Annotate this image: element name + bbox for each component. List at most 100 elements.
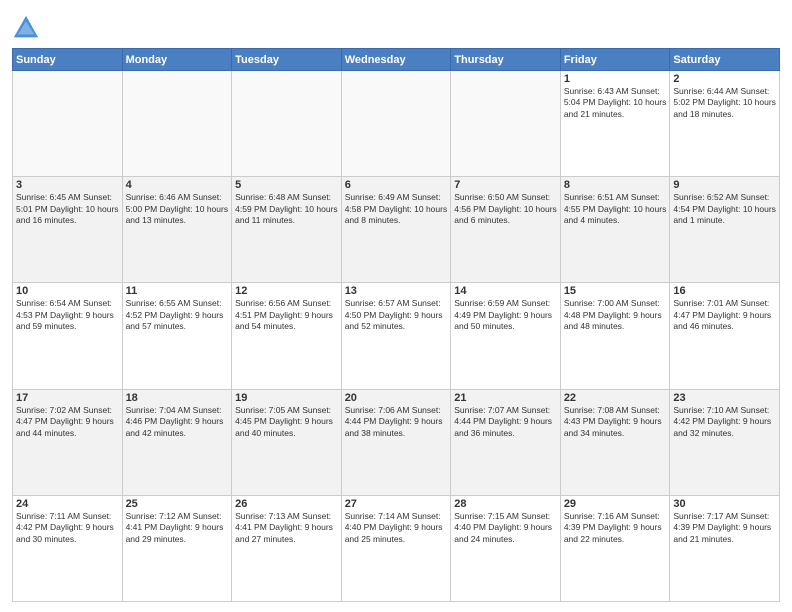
calendar-day-cell: 7Sunrise: 6:50 AM Sunset: 4:56 PM Daylig… xyxy=(451,177,561,283)
calendar-day-cell: 25Sunrise: 7:12 AM Sunset: 4:41 PM Dayli… xyxy=(122,495,232,601)
logo xyxy=(12,14,42,42)
calendar-header-row: SundayMondayTuesdayWednesdayThursdayFrid… xyxy=(13,49,780,71)
day-info: Sunrise: 6:54 AM Sunset: 4:53 PM Dayligh… xyxy=(16,298,119,332)
day-info: Sunrise: 7:11 AM Sunset: 4:42 PM Dayligh… xyxy=(16,511,119,545)
calendar-day-cell: 13Sunrise: 6:57 AM Sunset: 4:50 PM Dayli… xyxy=(341,283,451,389)
calendar-day-cell: 30Sunrise: 7:17 AM Sunset: 4:39 PM Dayli… xyxy=(670,495,780,601)
day-number: 25 xyxy=(126,498,229,510)
calendar-day-cell: 22Sunrise: 7:08 AM Sunset: 4:43 PM Dayli… xyxy=(560,389,670,495)
logo-icon xyxy=(12,14,40,42)
day-info: Sunrise: 6:48 AM Sunset: 4:59 PM Dayligh… xyxy=(235,192,338,226)
day-info: Sunrise: 6:52 AM Sunset: 4:54 PM Dayligh… xyxy=(673,192,776,226)
calendar-day-header: Wednesday xyxy=(341,49,451,71)
day-info: Sunrise: 7:05 AM Sunset: 4:45 PM Dayligh… xyxy=(235,405,338,439)
calendar-day-cell xyxy=(451,71,561,177)
day-number: 30 xyxy=(673,498,776,510)
calendar-day-cell: 15Sunrise: 7:00 AM Sunset: 4:48 PM Dayli… xyxy=(560,283,670,389)
day-info: Sunrise: 6:43 AM Sunset: 5:04 PM Dayligh… xyxy=(564,86,667,120)
calendar-week-row: 3Sunrise: 6:45 AM Sunset: 5:01 PM Daylig… xyxy=(13,177,780,283)
calendar-day-cell: 2Sunrise: 6:44 AM Sunset: 5:02 PM Daylig… xyxy=(670,71,780,177)
day-info: Sunrise: 7:04 AM Sunset: 4:46 PM Dayligh… xyxy=(126,405,229,439)
day-number: 6 xyxy=(345,179,448,191)
day-number: 18 xyxy=(126,392,229,404)
day-number: 16 xyxy=(673,285,776,297)
day-info: Sunrise: 6:49 AM Sunset: 4:58 PM Dayligh… xyxy=(345,192,448,226)
day-info: Sunrise: 6:44 AM Sunset: 5:02 PM Dayligh… xyxy=(673,86,776,120)
calendar-day-cell: 18Sunrise: 7:04 AM Sunset: 4:46 PM Dayli… xyxy=(122,389,232,495)
calendar-day-cell: 17Sunrise: 7:02 AM Sunset: 4:47 PM Dayli… xyxy=(13,389,123,495)
day-number: 17 xyxy=(16,392,119,404)
calendar-week-row: 1Sunrise: 6:43 AM Sunset: 5:04 PM Daylig… xyxy=(13,71,780,177)
calendar-day-header: Tuesday xyxy=(232,49,342,71)
day-number: 4 xyxy=(126,179,229,191)
day-info: Sunrise: 7:15 AM Sunset: 4:40 PM Dayligh… xyxy=(454,511,557,545)
calendar-day-cell: 21Sunrise: 7:07 AM Sunset: 4:44 PM Dayli… xyxy=(451,389,561,495)
calendar-day-cell: 12Sunrise: 6:56 AM Sunset: 4:51 PM Dayli… xyxy=(232,283,342,389)
day-number: 19 xyxy=(235,392,338,404)
day-info: Sunrise: 7:01 AM Sunset: 4:47 PM Dayligh… xyxy=(673,298,776,332)
day-number: 2 xyxy=(673,73,776,85)
calendar-week-row: 17Sunrise: 7:02 AM Sunset: 4:47 PM Dayli… xyxy=(13,389,780,495)
calendar-day-cell: 26Sunrise: 7:13 AM Sunset: 4:41 PM Dayli… xyxy=(232,495,342,601)
calendar-day-cell: 16Sunrise: 7:01 AM Sunset: 4:47 PM Dayli… xyxy=(670,283,780,389)
calendar-day-header: Thursday xyxy=(451,49,561,71)
day-number: 23 xyxy=(673,392,776,404)
calendar-week-row: 24Sunrise: 7:11 AM Sunset: 4:42 PM Dayli… xyxy=(13,495,780,601)
day-info: Sunrise: 6:50 AM Sunset: 4:56 PM Dayligh… xyxy=(454,192,557,226)
day-info: Sunrise: 7:17 AM Sunset: 4:39 PM Dayligh… xyxy=(673,511,776,545)
calendar-day-cell: 29Sunrise: 7:16 AM Sunset: 4:39 PM Dayli… xyxy=(560,495,670,601)
calendar-day-cell: 14Sunrise: 6:59 AM Sunset: 4:49 PM Dayli… xyxy=(451,283,561,389)
calendar-day-cell: 1Sunrise: 6:43 AM Sunset: 5:04 PM Daylig… xyxy=(560,71,670,177)
calendar-day-cell: 20Sunrise: 7:06 AM Sunset: 4:44 PM Dayli… xyxy=(341,389,451,495)
day-info: Sunrise: 7:12 AM Sunset: 4:41 PM Dayligh… xyxy=(126,511,229,545)
day-info: Sunrise: 6:45 AM Sunset: 5:01 PM Dayligh… xyxy=(16,192,119,226)
day-info: Sunrise: 6:57 AM Sunset: 4:50 PM Dayligh… xyxy=(345,298,448,332)
calendar: SundayMondayTuesdayWednesdayThursdayFrid… xyxy=(12,48,780,602)
calendar-day-cell: 24Sunrise: 7:11 AM Sunset: 4:42 PM Dayli… xyxy=(13,495,123,601)
calendar-day-cell: 8Sunrise: 6:51 AM Sunset: 4:55 PM Daylig… xyxy=(560,177,670,283)
day-number: 13 xyxy=(345,285,448,297)
calendar-day-cell: 5Sunrise: 6:48 AM Sunset: 4:59 PM Daylig… xyxy=(232,177,342,283)
calendar-day-cell: 27Sunrise: 7:14 AM Sunset: 4:40 PM Dayli… xyxy=(341,495,451,601)
calendar-day-cell: 23Sunrise: 7:10 AM Sunset: 4:42 PM Dayli… xyxy=(670,389,780,495)
day-info: Sunrise: 6:55 AM Sunset: 4:52 PM Dayligh… xyxy=(126,298,229,332)
calendar-day-cell: 6Sunrise: 6:49 AM Sunset: 4:58 PM Daylig… xyxy=(341,177,451,283)
day-info: Sunrise: 7:06 AM Sunset: 4:44 PM Dayligh… xyxy=(345,405,448,439)
calendar-day-cell: 11Sunrise: 6:55 AM Sunset: 4:52 PM Dayli… xyxy=(122,283,232,389)
day-number: 28 xyxy=(454,498,557,510)
day-number: 26 xyxy=(235,498,338,510)
day-number: 1 xyxy=(564,73,667,85)
calendar-day-cell: 19Sunrise: 7:05 AM Sunset: 4:45 PM Dayli… xyxy=(232,389,342,495)
day-info: Sunrise: 6:59 AM Sunset: 4:49 PM Dayligh… xyxy=(454,298,557,332)
calendar-day-header: Monday xyxy=(122,49,232,71)
day-number: 21 xyxy=(454,392,557,404)
day-number: 3 xyxy=(16,179,119,191)
calendar-day-cell: 3Sunrise: 6:45 AM Sunset: 5:01 PM Daylig… xyxy=(13,177,123,283)
day-number: 29 xyxy=(564,498,667,510)
page: SundayMondayTuesdayWednesdayThursdayFrid… xyxy=(0,0,792,612)
day-number: 11 xyxy=(126,285,229,297)
day-info: Sunrise: 6:51 AM Sunset: 4:55 PM Dayligh… xyxy=(564,192,667,226)
day-number: 7 xyxy=(454,179,557,191)
calendar-day-header: Sunday xyxy=(13,49,123,71)
header xyxy=(12,10,780,42)
calendar-day-cell xyxy=(232,71,342,177)
day-number: 20 xyxy=(345,392,448,404)
calendar-day-cell: 4Sunrise: 6:46 AM Sunset: 5:00 PM Daylig… xyxy=(122,177,232,283)
day-info: Sunrise: 6:46 AM Sunset: 5:00 PM Dayligh… xyxy=(126,192,229,226)
calendar-day-cell: 28Sunrise: 7:15 AM Sunset: 4:40 PM Dayli… xyxy=(451,495,561,601)
calendar-day-cell: 9Sunrise: 6:52 AM Sunset: 4:54 PM Daylig… xyxy=(670,177,780,283)
day-number: 10 xyxy=(16,285,119,297)
calendar-day-cell xyxy=(122,71,232,177)
day-info: Sunrise: 7:00 AM Sunset: 4:48 PM Dayligh… xyxy=(564,298,667,332)
day-number: 15 xyxy=(564,285,667,297)
day-info: Sunrise: 7:08 AM Sunset: 4:43 PM Dayligh… xyxy=(564,405,667,439)
calendar-day-header: Saturday xyxy=(670,49,780,71)
calendar-day-header: Friday xyxy=(560,49,670,71)
day-number: 8 xyxy=(564,179,667,191)
day-info: Sunrise: 6:56 AM Sunset: 4:51 PM Dayligh… xyxy=(235,298,338,332)
calendar-day-cell: 10Sunrise: 6:54 AM Sunset: 4:53 PM Dayli… xyxy=(13,283,123,389)
day-info: Sunrise: 7:14 AM Sunset: 4:40 PM Dayligh… xyxy=(345,511,448,545)
day-number: 27 xyxy=(345,498,448,510)
calendar-week-row: 10Sunrise: 6:54 AM Sunset: 4:53 PM Dayli… xyxy=(13,283,780,389)
